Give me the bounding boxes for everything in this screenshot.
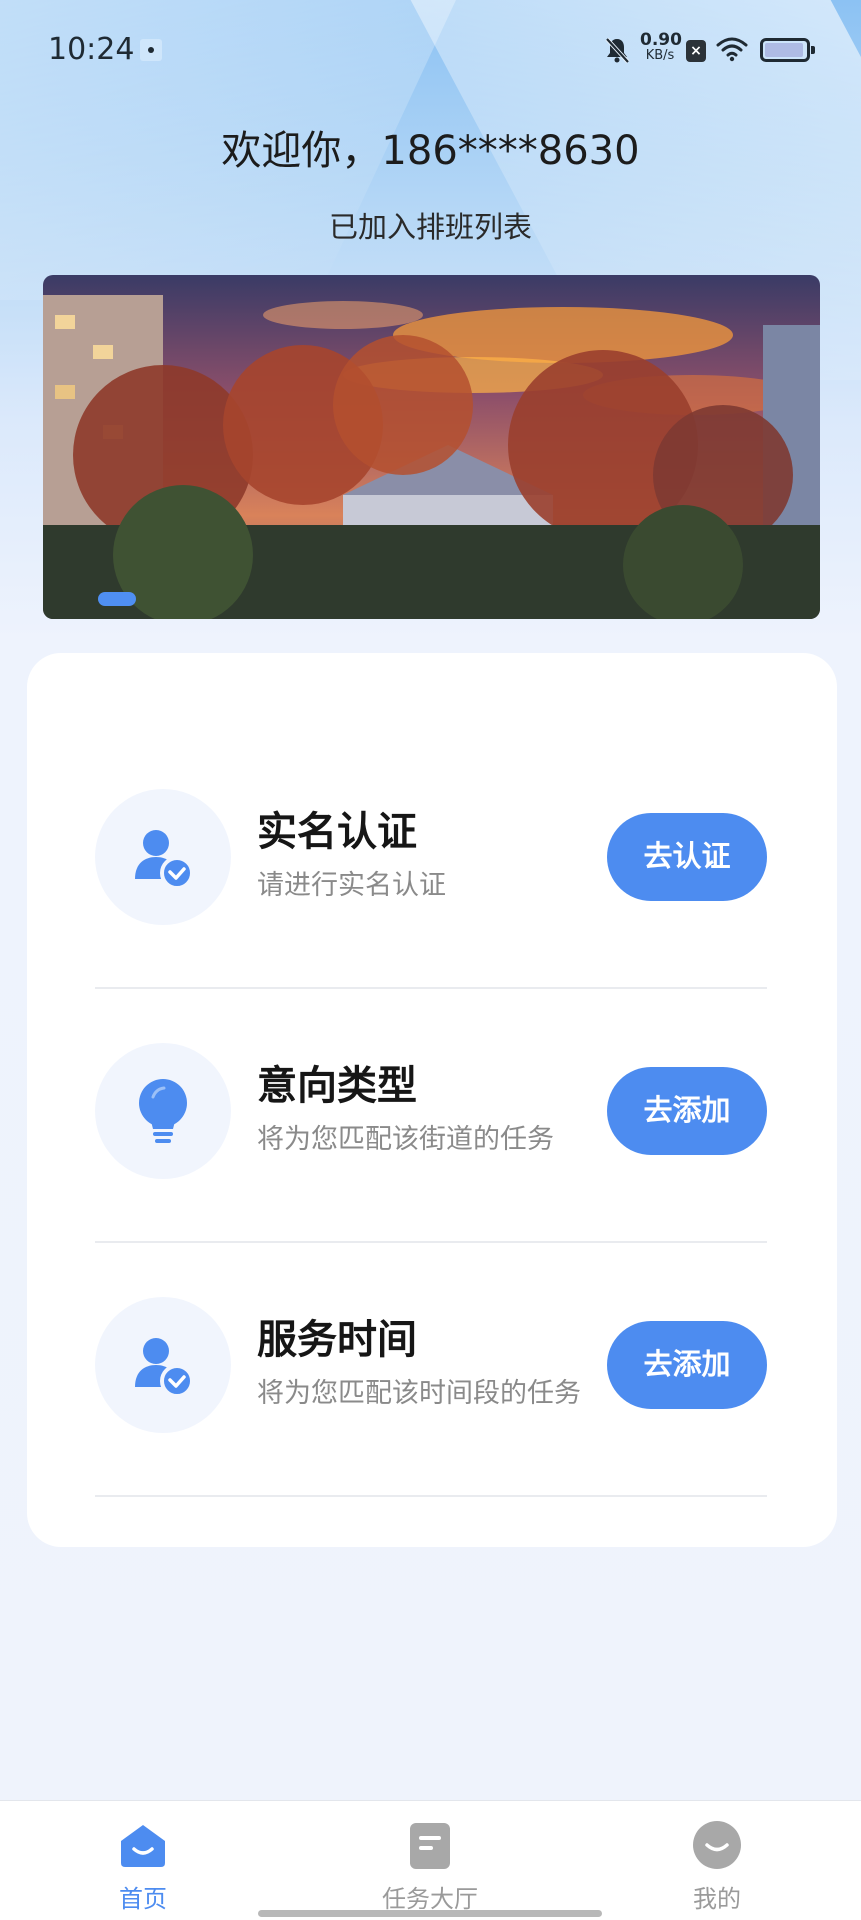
gesture-home-indicator[interactable] xyxy=(258,1910,602,1917)
network-speed: 0.90 KB/s xyxy=(640,30,682,64)
banner-carousel[interactable] xyxy=(43,275,820,619)
task-row-service-time: 服务时间 将为您匹配该时间段的任务 去添加 xyxy=(95,1243,767,1497)
sim-card-icon xyxy=(140,39,162,61)
bell-muted-icon xyxy=(605,37,630,64)
task-description: 将为您匹配该时间段的任务 xyxy=(257,1378,581,1409)
lightbulb-icon xyxy=(139,1079,187,1143)
task-description: 请进行实名认证 xyxy=(257,870,446,901)
nav-label-home: 首页 xyxy=(119,1885,167,1913)
status-time: 10:24 xyxy=(48,32,135,67)
task-title: 意向类型 xyxy=(257,1063,417,1109)
nav-tab-task-hall[interactable]: 任务大厅 xyxy=(330,1801,530,1920)
nav-tab-home[interactable]: 首页 xyxy=(43,1801,243,1920)
user-check-icon xyxy=(135,1338,194,1398)
task-icon-circle xyxy=(95,1043,231,1179)
nav-tab-mine[interactable]: 我的 xyxy=(617,1801,817,1920)
verify-button[interactable]: 去认证 xyxy=(607,813,767,901)
wifi-icon xyxy=(716,37,748,62)
nav-label-mine: 我的 xyxy=(693,1885,741,1913)
battery-icon xyxy=(760,38,815,62)
banner-image xyxy=(43,275,820,619)
home-icon xyxy=(121,1825,165,1867)
nav-label-task-hall: 任务大厅 xyxy=(382,1885,478,1913)
add-intent-button[interactable]: 去添加 xyxy=(607,1067,767,1155)
close-box-icon: × xyxy=(686,40,706,62)
schedule-status-text: 已加入排班列表 xyxy=(328,210,532,244)
bottom-navigation: 首页 任务大厅 我的 xyxy=(0,1800,861,1920)
task-row-intent-type: 意向类型 将为您匹配该街道的任务 去添加 xyxy=(95,989,767,1243)
task-icon-circle xyxy=(95,1297,231,1433)
task-title: 服务时间 xyxy=(257,1317,417,1363)
profile-icon xyxy=(693,1821,741,1869)
task-icon-circle xyxy=(95,789,231,925)
carousel-indicator-active[interactable] xyxy=(98,592,136,606)
task-hall-icon xyxy=(410,1823,450,1869)
welcome-title: 欢迎你，186****8630 xyxy=(221,128,640,174)
network-speed-value: 0.90 xyxy=(640,30,682,50)
status-bar: 10:24 0.90 KB/s × xyxy=(0,0,861,100)
home-screen: 10:24 0.90 KB/s × 欢迎你，186****8630 已加入排班列… xyxy=(0,0,861,1920)
task-title: 实名认证 xyxy=(257,809,417,855)
onboarding-task-card: 实名认证 请进行实名认证 去认证 意向类型 将为您匹配该街道的任务 去添加 服务… xyxy=(27,653,837,1547)
task-description: 将为您匹配该街道的任务 xyxy=(257,1124,554,1155)
add-service-time-button[interactable]: 去添加 xyxy=(607,1321,767,1409)
network-speed-unit: KB/s xyxy=(645,48,675,63)
user-check-icon xyxy=(135,830,194,890)
task-row-verification: 实名认证 请进行实名认证 去认证 xyxy=(95,735,767,989)
divider xyxy=(95,1495,767,1497)
